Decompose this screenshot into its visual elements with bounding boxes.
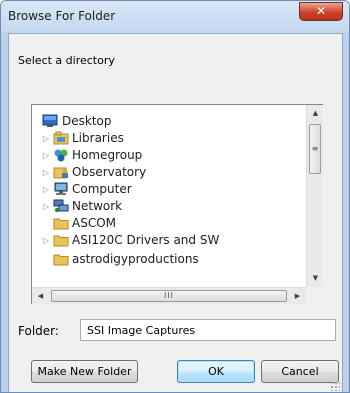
libraries-icon	[53, 131, 69, 145]
tree-item-label: ASCOM	[72, 216, 117, 230]
desktop-icon	[42, 114, 58, 128]
folder-name-input[interactable]	[80, 319, 336, 341]
scrollbar-corner	[306, 287, 323, 304]
expand-arrow-icon[interactable]: ▷	[41, 164, 51, 181]
tree-item-label: Libraries	[72, 131, 124, 145]
tree-item-label: Desktop	[62, 114, 112, 128]
scroll-right-icon[interactable]: ▶	[289, 288, 306, 305]
scroll-up-icon[interactable]: ▲	[307, 105, 324, 122]
resize-grip-icon[interactable]	[330, 381, 340, 391]
expand-arrow-icon[interactable]: ▷	[41, 232, 51, 249]
tree-item-label: Computer	[72, 182, 132, 196]
tree-item-label: ASI120C Drivers and SW	[72, 233, 220, 247]
make-new-folder-button[interactable]: Make New Folder	[31, 360, 138, 383]
folder-icon	[53, 233, 69, 247]
homegroup-icon	[53, 148, 69, 162]
tree-item-label: Observatory	[72, 165, 147, 179]
scroll-down-icon[interactable]: ▼	[307, 270, 324, 287]
expand-arrow-icon[interactable]: ▷	[41, 198, 51, 215]
expand-arrow-icon[interactable]: ▷	[41, 130, 51, 147]
expand-arrow-icon[interactable]: ▷	[41, 181, 51, 198]
tree-item-label: Homegroup	[72, 148, 143, 162]
network-icon	[53, 199, 69, 213]
folder-tree[interactable]: Desktop ▷ Libraries ▷ Homegroup ▷ Observ…	[31, 104, 323, 304]
folder-label: Folder:	[18, 324, 59, 338]
window-title: Browse For Folder	[8, 9, 116, 23]
scroll-left-icon[interactable]: ◀	[32, 288, 49, 305]
horizontal-scroll-thumb[interactable]: III	[51, 290, 287, 302]
vertical-scrollbar[interactable]: ▲ ≡ ▼	[306, 105, 323, 287]
horizontal-scrollbar[interactable]: ◀ III ▶	[32, 287, 306, 304]
expand-arrow-icon[interactable]: ▷	[41, 147, 51, 164]
dialog-body: Select a directory Desktop ▷ Libraries ▷…	[8, 33, 343, 392]
folder-tree-items: Desktop ▷ Libraries ▷ Homegroup ▷ Observ…	[32, 105, 306, 287]
folder-icon	[53, 252, 69, 266]
tree-item-label: astrodigyproductions	[72, 252, 199, 266]
user-folder-icon	[53, 165, 69, 179]
folder-icon	[53, 216, 69, 230]
title-bar[interactable]: Browse For Folder ✕	[1, 1, 349, 33]
cancel-button[interactable]: Cancel	[261, 360, 339, 383]
tree-item-label: Network	[72, 199, 123, 213]
vertical-scroll-thumb[interactable]: ≡	[309, 124, 321, 174]
browse-for-folder-window: Browse For Folder ✕ Select a directory D…	[0, 0, 350, 393]
prompt-text: Select a directory	[18, 54, 115, 67]
close-button[interactable]: ✕	[299, 2, 343, 21]
ok-button[interactable]: OK	[177, 360, 255, 383]
computer-icon	[53, 182, 69, 196]
